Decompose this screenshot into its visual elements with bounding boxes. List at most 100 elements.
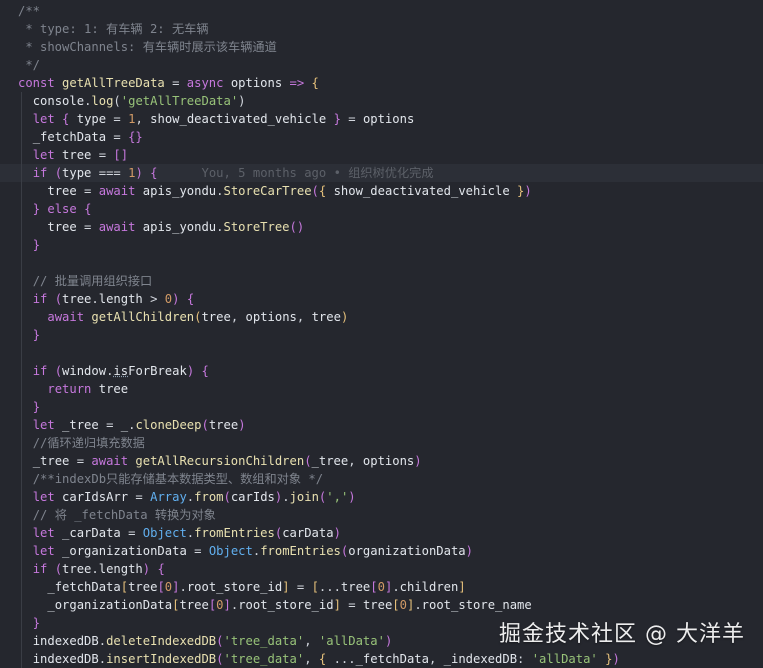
indent-guide [21, 236, 22, 254]
code-line[interactable]: await getAllChildren(tree, options, tree… [0, 308, 763, 326]
code-token: StoreTree [223, 220, 290, 234]
code-line[interactable]: /**indexDb只能存储基本数据类型、数组和对象 */ [0, 470, 763, 488]
code-line[interactable]: let _organizationData = Object.fromEntri… [0, 542, 763, 560]
code-line[interactable]: if (tree.length > 0) { [0, 290, 763, 308]
code-token: carIds [230, 490, 275, 504]
indent-guide [21, 380, 22, 398]
code-token: ( [54, 562, 63, 576]
code-token: [ [120, 580, 129, 594]
code-line[interactable]: _organizationData[tree[0].root_store_id]… [0, 596, 763, 614]
code-token: [ [392, 598, 400, 612]
code-line[interactable]: return tree [0, 380, 763, 398]
code-token: [ [311, 580, 319, 594]
indent-guide [21, 146, 22, 164]
code-token: let [32, 544, 63, 558]
code-line[interactable]: _tree = await getAllRecursionChildren(_t… [0, 452, 763, 470]
code-line[interactable] [0, 344, 763, 362]
code-token: _organizationData [62, 544, 187, 558]
code-token: ) [238, 418, 246, 432]
code-token: 'allData' [318, 634, 385, 648]
indent-guide [21, 614, 22, 632]
code-token: . [91, 562, 99, 576]
code-token: , [135, 112, 151, 126]
code-token: [ [157, 580, 165, 594]
code-line[interactable]: * type: 1: 有车辆 2: 无车辆 [0, 20, 763, 38]
code-token: ( [311, 184, 319, 198]
code-token: = [69, 454, 92, 468]
code-line[interactable]: tree = await apis_yondu.StoreCarTree({ s… [0, 182, 763, 200]
indent-guide [21, 92, 22, 110]
code-token: , [348, 454, 363, 468]
code-line[interactable]: let _tree = _.cloneDeep(tree) [0, 416, 763, 434]
indent-guide [21, 416, 22, 434]
code-token: from [194, 490, 224, 504]
code-token: 'tree_data' [223, 634, 305, 648]
code-line[interactable]: if (tree.length) { [0, 560, 763, 578]
code-line[interactable]: _fetchData[tree[0].root_store_id] = [...… [0, 578, 763, 596]
indent-guide [21, 218, 22, 236]
code-line[interactable]: * showChannels: 有车辆时展示该车辆通道 [0, 38, 763, 56]
code-token: } [32, 328, 41, 342]
code-token: /**indexDb只能存储基本数据类型、数组和对象 */ [32, 472, 324, 486]
code-token: { [62, 112, 77, 126]
code-token: > [142, 292, 165, 306]
code-token: } [32, 202, 41, 216]
code-line[interactable]: console.log('getAllTreeData') [0, 92, 763, 110]
code-token: //循环递归填充数据 [32, 436, 145, 450]
code-line[interactable]: } else { [0, 200, 763, 218]
code-line[interactable]: } [0, 236, 763, 254]
code-token: console [32, 94, 85, 108]
indent-guide [21, 524, 22, 542]
code-token: 0 [377, 580, 385, 594]
code-token: Object [208, 544, 253, 558]
code-line[interactable]: _fetchData = {} [0, 128, 763, 146]
code-line[interactable]: } [0, 398, 763, 416]
code-token: /** [18, 4, 41, 18]
code-token: tree [179, 598, 209, 612]
code-line[interactable]: } [0, 326, 763, 344]
indent-guide [21, 110, 22, 128]
code-token: ( [54, 364, 63, 378]
code-line[interactable]: const getAllTreeData = async options => … [0, 74, 763, 92]
code-token: */ [18, 58, 41, 72]
code-line[interactable]: let tree = [] [0, 146, 763, 164]
code-line[interactable]: let carIdsArr = Array.from(carIds).join(… [0, 488, 763, 506]
code-line[interactable]: // 将 _fetchData 转换为对象 [0, 506, 763, 524]
code-token: ) [524, 184, 532, 198]
code-line[interactable]: /** [0, 2, 763, 20]
indent-guide [21, 506, 22, 524]
code-token: fromEntries [194, 526, 275, 540]
code-token: length [98, 292, 143, 306]
code-line[interactable]: let { type = 1, show_deactivated_vehicle… [0, 110, 763, 128]
code-line[interactable]: if (type === 1) { You, 5 months ago • 组织… [0, 164, 763, 182]
code-token: join [289, 490, 319, 504]
code-token: { [84, 202, 92, 216]
code-editor[interactable]: /** * type: 1: 有车辆 2: 无车辆 * showChannels… [0, 0, 763, 668]
code-token: else [40, 202, 85, 216]
code-token: ) [333, 526, 341, 540]
code-token: _carData [62, 526, 121, 540]
code-token: ( [201, 418, 209, 432]
code-token: await [47, 310, 92, 324]
code-line[interactable]: if (window.isForBreak) { [0, 362, 763, 380]
code-line[interactable]: indexedDB.insertIndexedDB('tree_data', {… [0, 650, 763, 668]
code-token: getAllTreeData [62, 76, 165, 90]
code-token: type [62, 166, 92, 180]
code-line[interactable]: //循环递归填充数据 [0, 434, 763, 452]
indent-guide [21, 308, 22, 326]
code-line[interactable]: */ [0, 56, 763, 74]
indent-guide [21, 272, 22, 290]
code-line[interactable]: let _carData = Object.fromEntries(carDat… [0, 524, 763, 542]
code-token: carData [282, 526, 334, 540]
code-line[interactable]: tree = await apis_yondu.StoreTree() [0, 218, 763, 236]
code-token: show_deactivated_vehicle [150, 112, 327, 126]
code-token: } [326, 112, 341, 126]
code-line[interactable] [0, 254, 763, 272]
code-token: ( [304, 454, 312, 468]
indent-guide [21, 344, 22, 362]
code-token: === [91, 166, 129, 180]
code-token: tree [47, 220, 77, 234]
code-token: let [32, 148, 63, 162]
code-line[interactable]: // 批量调用组织接口 [0, 272, 763, 290]
